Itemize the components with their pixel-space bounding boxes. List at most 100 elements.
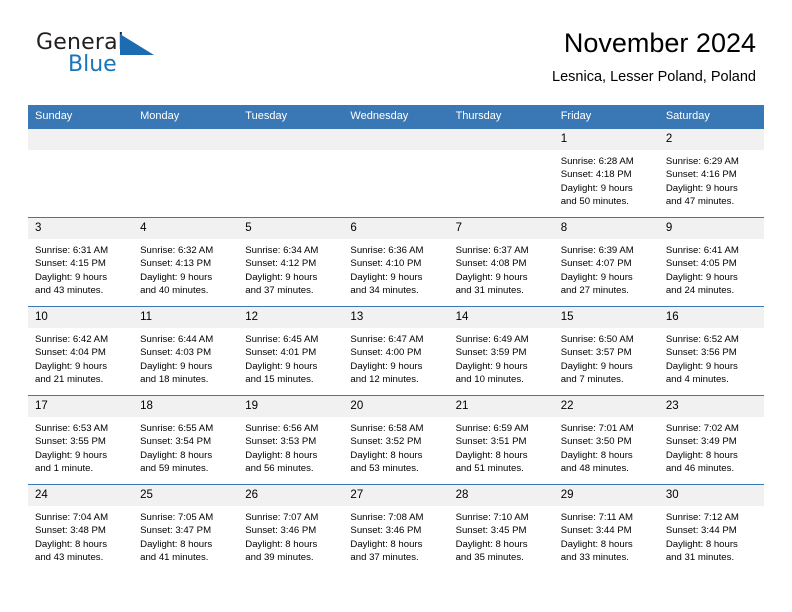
calendar-day-cell[interactable]: 23 Sunrise: 7:02 AM Sunset: 3:49 PM Dayligh… — [658, 395, 764, 485]
calendar-day-cell-empty — [28, 128, 134, 218]
day-details: Sunrise: 6:28 AM Sunset: 4:18 PM Daylight:… — [554, 150, 659, 209]
daylight-duration-line2: and 31 minutes. — [455, 285, 524, 297]
daylight-duration-line1: Daylight: 9 hours — [560, 182, 633, 194]
calendar-day-cell[interactable]: 17 Sunrise: 6:53 AM Sunset: 3:55 PM Dayligh… — [28, 395, 134, 485]
calendar-day-cell[interactable]: 7 Sunrise: 6:37 AM Sunset: 4:08 PM Daylight… — [448, 217, 554, 307]
sunrise-time: Sunrise: 6:32 AM — [140, 245, 214, 256]
calendar-header-row: Sunday Monday Tuesday Wednesday Thursday… — [28, 105, 764, 129]
calendar-day-cell[interactable]: 12 Sunrise: 6:45 AM Sunset: 4:01 PM Dayligh… — [238, 306, 344, 396]
daylight-duration-line2: and 47 minutes. — [665, 196, 735, 208]
sunrise-time: Sunrise: 6:59 AM — [455, 423, 529, 434]
daylight-duration-line2: and 31 minutes. — [665, 552, 735, 564]
calendar-day-cell[interactable]: 15 Sunrise: 6:50 AM Sunset: 3:57 PM Dayligh… — [553, 306, 659, 396]
daylight-duration-line1: Daylight: 9 hours — [140, 271, 213, 283]
sunrise-time: Sunrise: 6:36 AM — [350, 245, 424, 256]
day-details: Sunrise: 6:55 AM Sunset: 3:54 PM Daylight:… — [133, 417, 238, 476]
sunset-time: Sunset: 3:46 PM — [245, 525, 317, 537]
sunrise-time: Sunrise: 6:42 AM — [35, 334, 109, 345]
calendar-day-cell[interactable]: 30 Sunrise: 7:12 AM Sunset: 3:44 PM Dayligh… — [658, 484, 764, 573]
daylight-duration-line2: and 7 minutes. — [560, 374, 624, 386]
calendar-table: Sunday Monday Tuesday Wednesday Thursday… — [28, 105, 764, 573]
calendar-day-cell[interactable]: 11 Sunrise: 6:44 AM Sunset: 4:03 PM Dayligh… — [133, 306, 239, 396]
day-number: 18 — [133, 396, 239, 417]
daylight-duration-line1: Daylight: 8 hours — [350, 538, 423, 550]
day-details: Sunrise: 7:07 AM Sunset: 3:46 PM Daylight:… — [238, 506, 343, 565]
calendar-day-cell-empty — [133, 128, 239, 218]
sunset-time: Sunset: 4:12 PM — [245, 258, 317, 270]
sunset-time: Sunset: 4:04 PM — [35, 347, 106, 359]
calendar-day-cell-empty — [448, 128, 554, 218]
day-number: 27 — [343, 485, 449, 506]
sunset-time: Sunset: 4:07 PM — [560, 258, 632, 270]
daylight-duration-line1: Daylight: 9 hours — [140, 360, 213, 372]
daylight-duration-line2: and 43 minutes. — [35, 552, 104, 564]
sunrise-time: Sunrise: 6:37 AM — [455, 245, 529, 256]
day-details: Sunrise: 6:36 AM Sunset: 4:10 PM Daylight:… — [343, 239, 448, 298]
day-number: 5 — [238, 218, 344, 239]
calendar-day-cell[interactable]: 5 Sunrise: 6:34 AM Sunset: 4:12 PM Daylight… — [238, 217, 344, 307]
calendar-day-cell[interactable]: 18 Sunrise: 6:55 AM Sunset: 3:54 PM Dayligh… — [133, 395, 239, 485]
daylight-duration-line2: and 37 minutes. — [245, 285, 314, 297]
calendar-day-cell[interactable]: 8 Sunrise: 6:39 AM Sunset: 4:07 PM Daylight… — [553, 217, 659, 307]
day-details: Sunrise: 6:44 AM Sunset: 4:03 PM Daylight:… — [133, 328, 238, 387]
brand-logo[interactable]: General Blue — [36, 30, 216, 86]
calendar-day-cell[interactable]: 24 Sunrise: 7:04 AM Sunset: 3:48 PM Dayligh… — [28, 484, 134, 573]
day-number: 3 — [28, 218, 134, 239]
calendar-day-cell[interactable]: 3 Sunrise: 6:31 AM Sunset: 4:15 PM Daylight… — [28, 217, 134, 307]
daylight-duration-line2: and 33 minutes. — [560, 552, 629, 564]
daylight-duration-line1: Daylight: 8 hours — [560, 538, 633, 550]
sunset-time: Sunset: 3:59 PM — [455, 347, 527, 359]
day-details: Sunrise: 7:02 AM Sunset: 3:49 PM Daylight:… — [659, 417, 764, 476]
calendar-day-cell[interactable]: 10 Sunrise: 6:42 AM Sunset: 4:04 PM Dayligh… — [28, 306, 134, 396]
calendar-day-cell[interactable]: 9 Sunrise: 6:41 AM Sunset: 4:05 PM Daylight… — [658, 217, 764, 307]
day-number — [343, 129, 449, 150]
sunset-time: Sunset: 4:01 PM — [245, 347, 317, 359]
calendar-body: 1 Sunrise: 6:28 AM Sunset: 4:18 PM Daylight… — [28, 128, 764, 573]
sunset-time: Sunset: 3:54 PM — [140, 436, 212, 448]
daylight-duration-line2: and 51 minutes. — [455, 463, 524, 475]
sunrise-time: Sunrise: 6:49 AM — [455, 334, 529, 345]
daylight-duration-line2: and 46 minutes. — [665, 463, 735, 475]
calendar-day-cell[interactable]: 2 Sunrise: 6:29 AM Sunset: 4:16 PM Daylight… — [658, 128, 764, 218]
day-details: Sunrise: 6:50 AM Sunset: 3:57 PM Daylight:… — [554, 328, 659, 387]
daylight-duration-line1: Daylight: 9 hours — [350, 271, 423, 283]
calendar-day-cell[interactable]: 20 Sunrise: 6:58 AM Sunset: 3:52 PM Dayligh… — [343, 395, 449, 485]
daylight-duration-line1: Daylight: 9 hours — [35, 360, 107, 372]
day-number: 12 — [238, 307, 344, 328]
calendar-week-row: 24 Sunrise: 7:04 AM Sunset: 3:48 PM Dayligh… — [28, 484, 764, 573]
calendar-day-cell[interactable]: 22 Sunrise: 7:01 AM Sunset: 3:50 PM Dayligh… — [553, 395, 659, 485]
daylight-duration-line1: Daylight: 9 hours — [665, 360, 738, 372]
day-number: 25 — [133, 485, 239, 506]
sunrise-time: Sunrise: 6:44 AM — [140, 334, 214, 345]
sunrise-time: Sunrise: 7:11 AM — [560, 512, 634, 523]
sunrise-time: Sunrise: 6:31 AM — [35, 245, 109, 256]
daylight-duration-line1: Daylight: 9 hours — [665, 182, 738, 194]
calendar-day-cell[interactable]: 14 Sunrise: 6:49 AM Sunset: 3:59 PM Dayligh… — [448, 306, 554, 396]
calendar-day-cell[interactable]: 27 Sunrise: 7:08 AM Sunset: 3:46 PM Dayligh… — [343, 484, 449, 573]
calendar-day-cell[interactable]: 29 Sunrise: 7:11 AM Sunset: 3:44 PM Dayligh… — [553, 484, 659, 573]
daylight-duration-line2: and 43 minutes. — [35, 285, 104, 297]
calendar-day-cell[interactable]: 13 Sunrise: 6:47 AM Sunset: 4:00 PM Dayligh… — [343, 306, 449, 396]
calendar-day-cell[interactable]: 16 Sunrise: 6:52 AM Sunset: 3:56 PM Dayligh… — [658, 306, 764, 396]
calendar-day-cell[interactable]: 21 Sunrise: 6:59 AM Sunset: 3:51 PM Dayligh… — [448, 395, 554, 485]
day-number: 20 — [343, 396, 449, 417]
page-header: General Blue November 2024 Lesnica, Less… — [28, 26, 764, 96]
sunset-time: Sunset: 3:49 PM — [665, 436, 737, 448]
calendar-day-cell[interactable]: 6 Sunrise: 6:36 AM Sunset: 4:10 PM Daylight… — [343, 217, 449, 307]
daylight-duration-line1: Daylight: 9 hours — [455, 271, 528, 283]
calendar-day-cell[interactable]: 25 Sunrise: 7:05 AM Sunset: 3:47 PM Dayligh… — [133, 484, 239, 573]
calendar-day-cell[interactable]: 1 Sunrise: 6:28 AM Sunset: 4:18 PM Daylight… — [553, 128, 659, 218]
day-details: Sunrise: 7:01 AM Sunset: 3:50 PM Daylight:… — [554, 417, 659, 476]
sunset-time: Sunset: 4:10 PM — [350, 258, 422, 270]
sunset-time: Sunset: 3:53 PM — [245, 436, 317, 448]
title-block: November 2024 Lesnica, Lesser Poland, Po… — [552, 26, 756, 88]
calendar-day-cell[interactable]: 26 Sunrise: 7:07 AM Sunset: 3:46 PM Dayligh… — [238, 484, 344, 573]
day-details: Sunrise: 6:37 AM Sunset: 4:08 PM Daylight:… — [449, 239, 554, 298]
day-details: Sunrise: 7:12 AM Sunset: 3:44 PM Daylight:… — [659, 506, 764, 565]
sunrise-time: Sunrise: 7:02 AM — [665, 423, 739, 434]
day-number: 19 — [238, 396, 344, 417]
calendar-day-cell[interactable]: 19 Sunrise: 6:56 AM Sunset: 3:53 PM Dayligh… — [238, 395, 344, 485]
calendar-day-cell[interactable]: 4 Sunrise: 6:32 AM Sunset: 4:13 PM Daylight… — [133, 217, 239, 307]
calendar-day-cell[interactable]: 28 Sunrise: 7:10 AM Sunset: 3:45 PM Dayligh… — [448, 484, 554, 573]
sunrise-time: Sunrise: 7:04 AM — [35, 512, 109, 523]
